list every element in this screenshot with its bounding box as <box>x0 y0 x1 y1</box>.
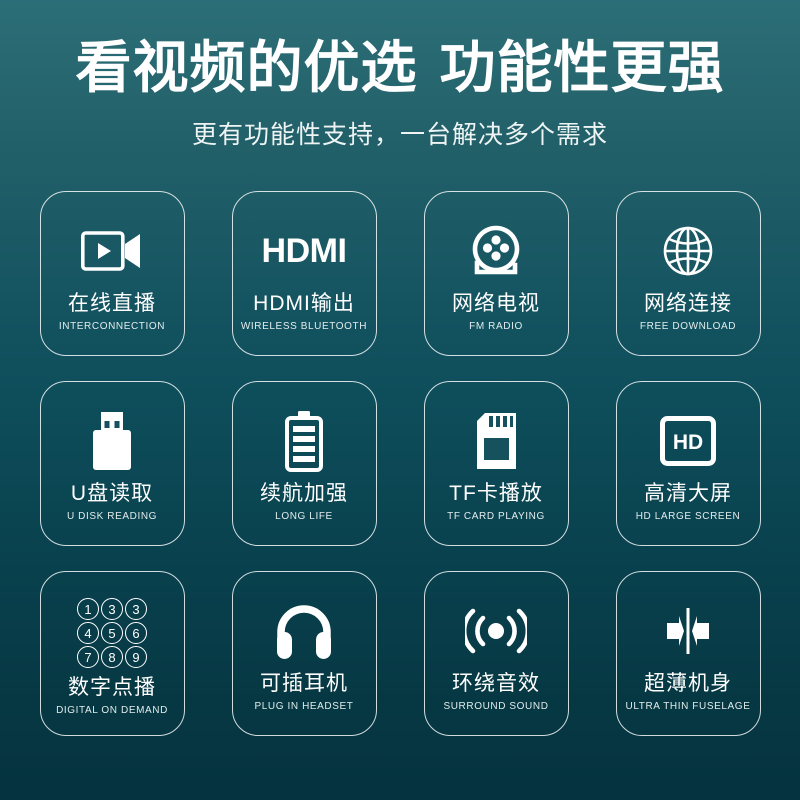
feature-card-hd-screen[interactable]: HD 高清大屏 HD LARGE SCREEN <box>615 381 761 547</box>
feature-card-digital-on-demand[interactable]: 1 3 3 4 5 6 7 8 9 数字点播 DIGITAL ON DEMAND <box>39 571 185 737</box>
feature-label-cn: U盘读取 <box>70 482 154 506</box>
page-title-part2: 功能性更强 <box>439 36 725 99</box>
keypad-grid: 1 3 3 4 5 6 7 8 9 <box>77 598 147 669</box>
video-camera-icon <box>81 214 143 288</box>
memory-card-icon <box>472 404 520 478</box>
feature-label-en: INTERCONNECTION <box>58 321 166 333</box>
feature-card-ultra-thin[interactable]: 超薄机身 ULTRA THIN FUSELAGE <box>615 571 761 737</box>
surround-sound-icon <box>465 594 527 668</box>
hd-box-icon: HD <box>660 404 716 478</box>
feature-card-network-tv[interactable]: 网络电视 FM RADIO <box>423 191 569 357</box>
keypad-row: 4 5 6 <box>77 622 147 645</box>
feature-label-cn: 环绕音效 <box>452 672 540 696</box>
feature-label-en: TF CARD PLAYING <box>447 511 545 523</box>
feature-label-en: U DISK READING <box>66 511 158 523</box>
feature-card-surround-sound[interactable]: 环绕音效 SURROUND SOUND <box>423 571 569 737</box>
ultra-thin-icon <box>663 594 713 668</box>
feature-label-en: ULTRA THIN FUSELAGE <box>625 701 751 713</box>
globe-icon <box>662 214 714 288</box>
keypad-key: 5 <box>101 622 123 645</box>
keypad-key: 7 <box>77 646 99 669</box>
feature-card-hdmi-output[interactable]: HDMI HDMI输出 WIRELESS BLUETOOTH <box>231 191 377 357</box>
feature-label-cn: TF卡播放 <box>449 482 543 506</box>
feature-label-cn: 可插耳机 <box>260 672 348 696</box>
feature-card-online-live[interactable]: 在线直播 INTERCONNECTION <box>39 191 185 357</box>
feature-label-cn: HDMI输出 <box>253 292 355 316</box>
feature-grid: 在线直播 INTERCONNECTION HDMI HDMI输出 WIRELES… <box>39 191 761 737</box>
hdmi-text-icon: HDMI <box>262 214 347 288</box>
feature-label-en: SURROUND SOUND <box>443 701 549 713</box>
keypad-row: 1 3 3 <box>77 598 147 621</box>
feature-label-cn: 网络电视 <box>452 292 540 316</box>
header-section: 看视频的优选 功能性更强 更有功能性支持，一台解决多个需求 <box>0 0 800 151</box>
feature-label-cn: 在线直播 <box>68 292 156 316</box>
keypad-key: 3 <box>125 598 147 621</box>
page-title-part1: 看视频的优选 <box>75 36 418 99</box>
keypad-key: 3 <box>101 598 123 621</box>
page-title: 看视频的优选 功能性更强 <box>0 38 800 97</box>
headphones-icon <box>275 594 333 668</box>
feature-card-tf-card[interactable]: TF卡播放 TF CARD PLAYING <box>423 381 569 547</box>
feature-label-cn: 超薄机身 <box>644 672 732 696</box>
svg-text:HD: HD <box>673 431 703 454</box>
feature-label-en: DIGITAL ON DEMAND <box>56 705 168 717</box>
feature-card-long-battery[interactable]: 续航加强 LONG LIFE <box>231 381 377 547</box>
usb-drive-icon <box>90 404 134 478</box>
keypad-key: 9 <box>125 646 147 669</box>
battery-icon <box>282 404 326 478</box>
keypad-key: 4 <box>77 622 99 645</box>
keypad-key: 1 <box>77 598 99 621</box>
hdmi-icon-label: HDMI <box>261 232 347 271</box>
feature-card-network-connection[interactable]: 网络连接 FREE DOWNLOAD <box>615 191 761 357</box>
feature-card-usb-read[interactable]: U盘读取 U DISK READING <box>39 381 185 547</box>
film-reel-icon <box>470 214 522 288</box>
feature-label-cn: 高清大屏 <box>644 482 732 506</box>
feature-label-en: FREE DOWNLOAD <box>639 321 737 333</box>
feature-label-en: FM RADIO <box>469 321 523 333</box>
feature-label-en: WIRELESS BLUETOOTH <box>240 321 368 333</box>
feature-label-en: PLUG IN HEADSET <box>254 701 354 713</box>
feature-label-cn: 网络连接 <box>644 292 732 316</box>
keypad-key: 8 <box>101 646 123 669</box>
page-subtitle: 更有功能性支持，一台解决多个需求 <box>191 121 608 150</box>
feature-label-cn: 续航加强 <box>260 482 348 506</box>
feature-label-cn: 数字点播 <box>68 676 156 700</box>
keypad-key: 6 <box>125 622 147 645</box>
feature-label-en: HD LARGE SCREEN <box>635 511 741 523</box>
keypad-row: 7 8 9 <box>77 646 147 669</box>
feature-label-en: LONG LIFE <box>275 511 333 523</box>
number-keypad-icon: 1 3 3 4 5 6 7 8 9 <box>77 594 147 672</box>
feature-card-headset[interactable]: 可插耳机 PLUG IN HEADSET <box>231 571 377 737</box>
